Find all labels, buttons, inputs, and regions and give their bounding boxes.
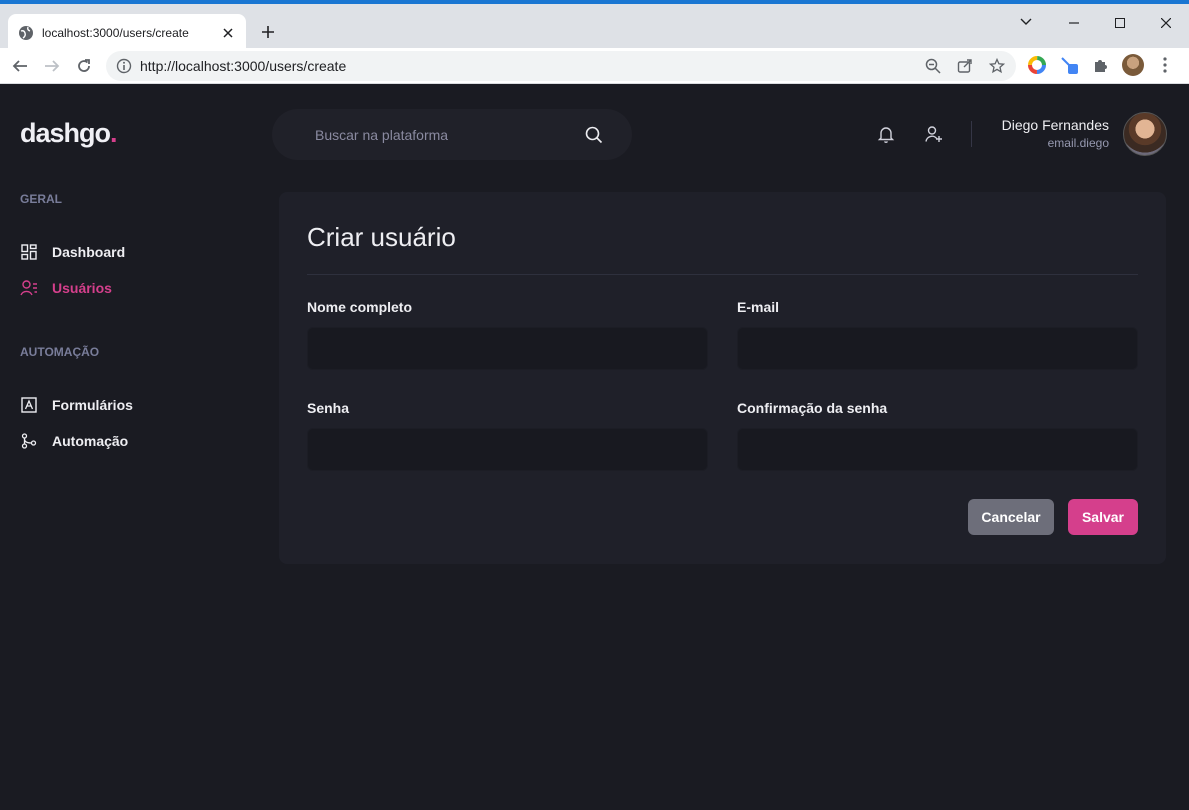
kebab-menu-icon[interactable] [1154,54,1176,76]
app-root: dashgo. Diego Fernandes email.diego GERA… [0,84,1189,810]
new-tab-icon[interactable] [258,22,278,42]
extension-badge-icon[interactable] [1058,54,1080,76]
chevron-down-icon[interactable] [1016,12,1036,32]
user-email: email.diego [1047,136,1109,150]
users-icon [20,279,38,297]
color-extension-icon[interactable] [1026,54,1048,76]
password-confirmation-label: Confirmação da senha [737,400,888,416]
info-icon[interactable] [116,58,132,74]
close-icon[interactable] [220,25,236,41]
close-window-icon[interactable] [1143,8,1189,38]
address-bar[interactable]: http://localhost:3000/users/create [106,51,1016,81]
name-field: Nome completo [307,299,708,370]
header-divider [971,121,972,147]
tab-strip: localhost:3000/users/create [0,4,1189,52]
sidebar-item-automation[interactable]: Automação [20,423,133,459]
divider [307,274,1138,275]
profile-avatar-icon[interactable] [1122,54,1144,76]
sidebar-item-label: Usuários [52,280,112,296]
email-label: E-mail [737,299,780,315]
section-title-geral: GERAL [20,192,62,206]
maximize-icon[interactable] [1097,8,1143,38]
git-merge-icon [20,432,38,450]
cancel-button[interactable]: Cancelar [968,499,1054,535]
minimize-icon[interactable] [1051,8,1097,38]
page-title: Criar usuário [307,222,456,252]
email-input[interactable] [737,327,1138,370]
url-text: http://localhost:3000/users/create [140,58,347,74]
tab-title: localhost:3000/users/create [42,26,189,40]
globe-icon [18,25,34,41]
form-icon [20,396,38,414]
password-label: Senha [307,400,350,416]
logo[interactable]: dashgo. [20,118,117,149]
create-user-card: Criar usuário Nome completo E-mail Senha… [279,192,1166,564]
save-button[interactable]: Salvar [1068,499,1138,535]
reload-icon[interactable] [73,55,95,77]
sidebar-item-label: Formulários [52,397,133,413]
back-arrow-icon[interactable] [9,55,31,77]
sidebar: GERAL Dashboard Usuários AUTOMAÇÃO Formu… [20,192,133,459]
sidebar-item-dashboard[interactable]: Dashboard [20,234,133,270]
user-name: Diego Fernandes [1001,117,1109,133]
name-input[interactable] [307,327,708,370]
user-profile[interactable]: Diego Fernandes email.diego [1002,112,1167,156]
browser-toolbar: http://localhost:3000/users/create [0,48,1189,84]
add-user-icon[interactable] [924,124,944,144]
puzzle-icon[interactable] [1090,54,1112,76]
avatar[interactable] [1123,112,1167,156]
share-icon[interactable] [956,57,974,75]
search-input[interactable] [315,126,584,143]
password-confirmation-field: Confirmação da senha [737,400,1138,471]
section-title-automacao: AUTOMAÇÃO [20,345,100,359]
password-confirmation-input[interactable] [737,428,1138,471]
zoom-out-icon[interactable] [924,57,942,75]
logo-dot: . [110,118,117,148]
password-field: Senha [307,400,708,471]
browser-tab[interactable]: localhost:3000/users/create [8,14,246,52]
search-icon[interactable] [584,125,604,145]
sidebar-item-label: Automação [52,433,129,449]
forward-arrow-icon[interactable] [41,55,63,77]
sidebar-item-forms[interactable]: Formulários [20,387,133,423]
email-field: E-mail [737,299,1138,370]
bell-icon[interactable] [876,124,896,144]
star-icon[interactable] [988,57,1006,75]
name-label: Nome completo [307,299,413,315]
password-input[interactable] [307,428,708,471]
sidebar-item-users[interactable]: Usuários [20,270,133,306]
logo-text: dashgo [20,118,111,148]
search-bar[interactable] [272,109,632,160]
sidebar-item-label: Dashboard [52,244,126,260]
dashboard-icon [20,243,38,261]
